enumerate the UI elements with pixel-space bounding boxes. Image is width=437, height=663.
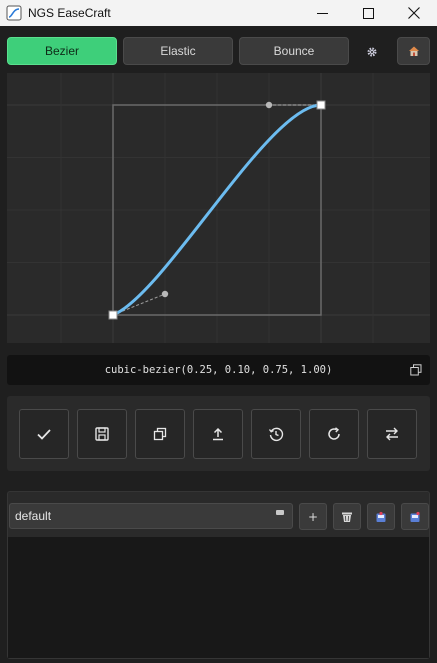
curve-editor[interactable]	[7, 73, 430, 343]
swap-button[interactable]	[367, 409, 417, 459]
tab-bezier[interactable]: Bezier	[7, 37, 117, 65]
window-title: NGS EaseCraft	[28, 6, 111, 20]
preset-selected-value: default	[15, 509, 52, 523]
apply-icon	[37, 429, 51, 440]
add-preset-button[interactable]: +	[299, 503, 327, 530]
reset-button[interactable]	[309, 409, 359, 459]
reset-icon	[328, 427, 340, 440]
maximize-button[interactable]	[345, 0, 391, 26]
maximize-icon	[362, 7, 374, 19]
duplicate-icon	[153, 427, 167, 441]
start-point[interactable]	[108, 310, 118, 320]
title-bar: NGS EaseCraft	[0, 0, 437, 26]
history-icon	[268, 427, 284, 442]
css-output: cubic-bezier(0.25, 0.10, 0.75, 1.00)	[7, 355, 430, 385]
action-panel	[7, 396, 430, 471]
home-icon	[408, 46, 419, 56]
curve-canvas[interactable]	[7, 73, 430, 343]
export-icon	[410, 511, 420, 522]
import-preset-button[interactable]	[367, 503, 395, 530]
home-button[interactable]	[397, 37, 430, 65]
delete-preset-button[interactable]	[333, 503, 361, 530]
css-output-text: cubic-bezier(0.25, 0.10, 0.75, 1.00)	[104, 364, 333, 376]
tab-elastic[interactable]: Elastic	[123, 37, 233, 65]
preset-list[interactable]	[8, 537, 429, 658]
preset-dropdown[interactable]: default	[9, 503, 293, 529]
export-button[interactable]	[193, 409, 243, 459]
easing-type-tabs: Bezier Elastic Bounce	[7, 37, 349, 65]
copy-icon[interactable]	[410, 364, 422, 376]
grid-lines	[7, 73, 430, 343]
gear-icon	[367, 47, 377, 57]
apply-button[interactable]	[19, 409, 69, 459]
export-preset-button[interactable]	[401, 503, 429, 530]
settings-button[interactable]	[362, 42, 382, 62]
close-button[interactable]	[391, 0, 437, 26]
presets-panel: default +	[7, 491, 430, 659]
tab-bounce[interactable]: Bounce	[239, 37, 349, 65]
export-icon	[213, 427, 223, 441]
app-icon	[6, 5, 22, 21]
duplicate-button[interactable]	[135, 409, 185, 459]
delete-icon	[342, 512, 352, 522]
minimize-button[interactable]	[299, 0, 345, 26]
minimize-icon	[316, 12, 328, 14]
dropdown-icon	[276, 510, 284, 515]
import-icon	[376, 511, 386, 522]
swap-icon	[386, 427, 398, 441]
add-icon: +	[307, 509, 319, 524]
control-point-2[interactable]	[265, 101, 273, 109]
save-icon	[95, 427, 109, 441]
end-point[interactable]	[316, 100, 326, 110]
close-icon	[408, 7, 420, 19]
history-button[interactable]	[251, 409, 301, 459]
control-point-1[interactable]	[161, 290, 169, 298]
save-button[interactable]	[77, 409, 127, 459]
